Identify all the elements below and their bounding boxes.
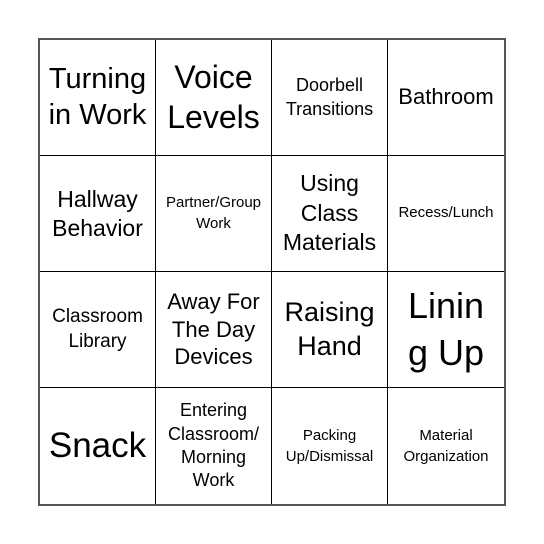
cell-label: Bathroom (398, 84, 494, 110)
bingo-cell[interactable]: Using Class Materials (272, 156, 388, 272)
cell-label: Entering Classroom/ Morning Work (167, 400, 260, 491)
bingo-card-grid: Turning in Work Voice Levels Doorbell Tr… (38, 38, 506, 506)
bingo-cell[interactable]: Raising Hand (272, 272, 388, 388)
cell-label: Turning in Work (48, 63, 147, 131)
bingo-cell[interactable]: Doorbell Transitions (272, 40, 388, 156)
bingo-cell[interactable]: Snack (40, 388, 156, 504)
cell-label: Raising Hand (284, 296, 375, 361)
cell-label: Recess/Lunch (398, 204, 494, 222)
cell-label: Away For The Day Devices (167, 288, 260, 370)
bingo-cell[interactable]: Hallway Behavior (40, 156, 156, 272)
bingo-cell[interactable]: Recess/Lunch (388, 156, 504, 272)
bingo-cell[interactable]: Partner/Group Work (156, 156, 272, 272)
bingo-cell[interactable]: Material Organization (388, 388, 504, 504)
cell-label: Using Class Materials (282, 169, 377, 256)
cell-label: Snack (48, 426, 147, 465)
cell-label: Lining Up (407, 284, 485, 373)
bingo-cell[interactable]: Turning in Work (40, 40, 156, 156)
bingo-cell[interactable]: Classroom Library (40, 272, 156, 388)
cell-label: Packing Up/Dismissal (285, 427, 374, 465)
bingo-cell[interactable]: Packing Up/Dismissal (272, 388, 388, 504)
cell-label: Partner/Group Work (165, 194, 262, 232)
bingo-cell[interactable]: Entering Classroom/ Morning Work (156, 388, 272, 504)
bingo-cell[interactable]: Bathroom (388, 40, 504, 156)
bingo-cell[interactable]: Voice Levels (156, 40, 272, 156)
cell-label: Voice Levels (167, 59, 260, 135)
cell-label: Hallway Behavior (52, 185, 143, 241)
cell-label: Doorbell Transitions (285, 75, 374, 119)
bingo-cell[interactable]: Away For The Day Devices (156, 272, 272, 388)
bingo-cell[interactable]: Lining Up (388, 272, 504, 388)
cell-label: Classroom Library (52, 305, 143, 352)
cell-label: Material Organization (403, 427, 489, 465)
